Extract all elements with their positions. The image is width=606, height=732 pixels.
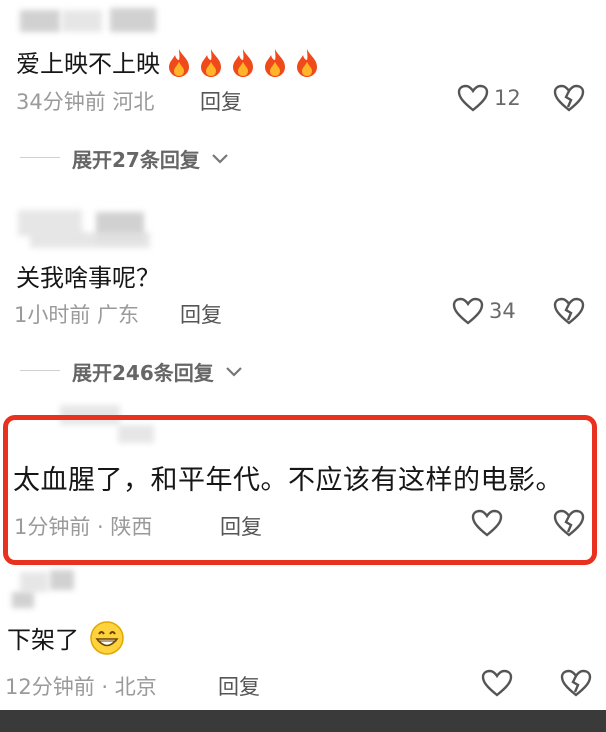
broken-heart-icon	[553, 509, 585, 537]
broken-heart-icon	[553, 84, 585, 112]
chevron-down-icon	[225, 367, 242, 377]
expand-replies-button[interactable]: 展开246条回复	[72, 357, 243, 386]
heart-icon	[457, 84, 489, 112]
comment-meta: 12分钟前 · 北京	[5, 675, 157, 699]
expand-divider	[20, 370, 60, 371]
comment-meta: 1分钟前 · 陕西	[14, 515, 153, 539]
username-blur	[20, 572, 48, 592]
chevron-down-icon	[212, 154, 228, 164]
comment-text: 关我啥事呢？	[16, 264, 160, 292]
fire-emoji	[256, 49, 288, 78]
like-count: 12	[494, 86, 521, 110]
comment-text: 太血腥了，和平年代。不应该有这样的电影。	[13, 465, 563, 496]
dislike-button[interactable]	[560, 669, 592, 697]
fire-emoji	[160, 49, 192, 78]
comment-meta: 34分钟前 河北	[16, 90, 155, 114]
reply-button[interactable]: 回复	[200, 86, 242, 116]
broken-heart-icon	[560, 669, 592, 697]
bottom-bar	[0, 710, 606, 732]
comment-text-body: 爱上映不上映	[16, 50, 160, 78]
comment-text-body: 下架了	[7, 626, 79, 654]
dislike-button[interactable]	[553, 297, 585, 325]
fire-emoji	[288, 49, 320, 78]
username-blur	[30, 232, 150, 248]
username-blur	[12, 592, 34, 608]
grin-emoji-icon	[89, 621, 124, 655]
expand-divider	[20, 157, 60, 158]
reply-button[interactable]: 回复	[218, 671, 260, 701]
expand-replies-button[interactable]: 展开27条回复	[72, 144, 229, 173]
comment-text: 爱上映不上映	[16, 44, 320, 79]
broken-heart-icon	[553, 297, 585, 325]
like-button[interactable]	[457, 84, 489, 112]
dislike-button[interactable]	[553, 84, 585, 112]
username-blur	[110, 8, 156, 32]
dislike-button[interactable]	[553, 509, 585, 537]
reply-button[interactable]: 回复	[180, 299, 222, 329]
reply-button[interactable]: 回复	[220, 511, 262, 541]
expand-replies-label: 展开27条回复	[72, 148, 200, 172]
fire-emoji	[192, 49, 224, 78]
like-count: 34	[489, 299, 516, 323]
fire-emoji	[224, 49, 256, 78]
like-button[interactable]	[481, 669, 513, 697]
heart-icon	[452, 297, 484, 325]
username-blur	[50, 570, 74, 590]
comment-meta: 1小时前 广东	[14, 303, 140, 327]
expand-replies-label: 展开246条回复	[72, 361, 214, 385]
username-blur	[20, 10, 60, 32]
like-button[interactable]	[452, 297, 484, 325]
like-button[interactable]	[471, 509, 503, 537]
username-blur	[62, 10, 102, 32]
heart-icon	[481, 669, 513, 697]
comment-text: 下架了	[7, 620, 125, 656]
heart-icon	[471, 509, 503, 537]
